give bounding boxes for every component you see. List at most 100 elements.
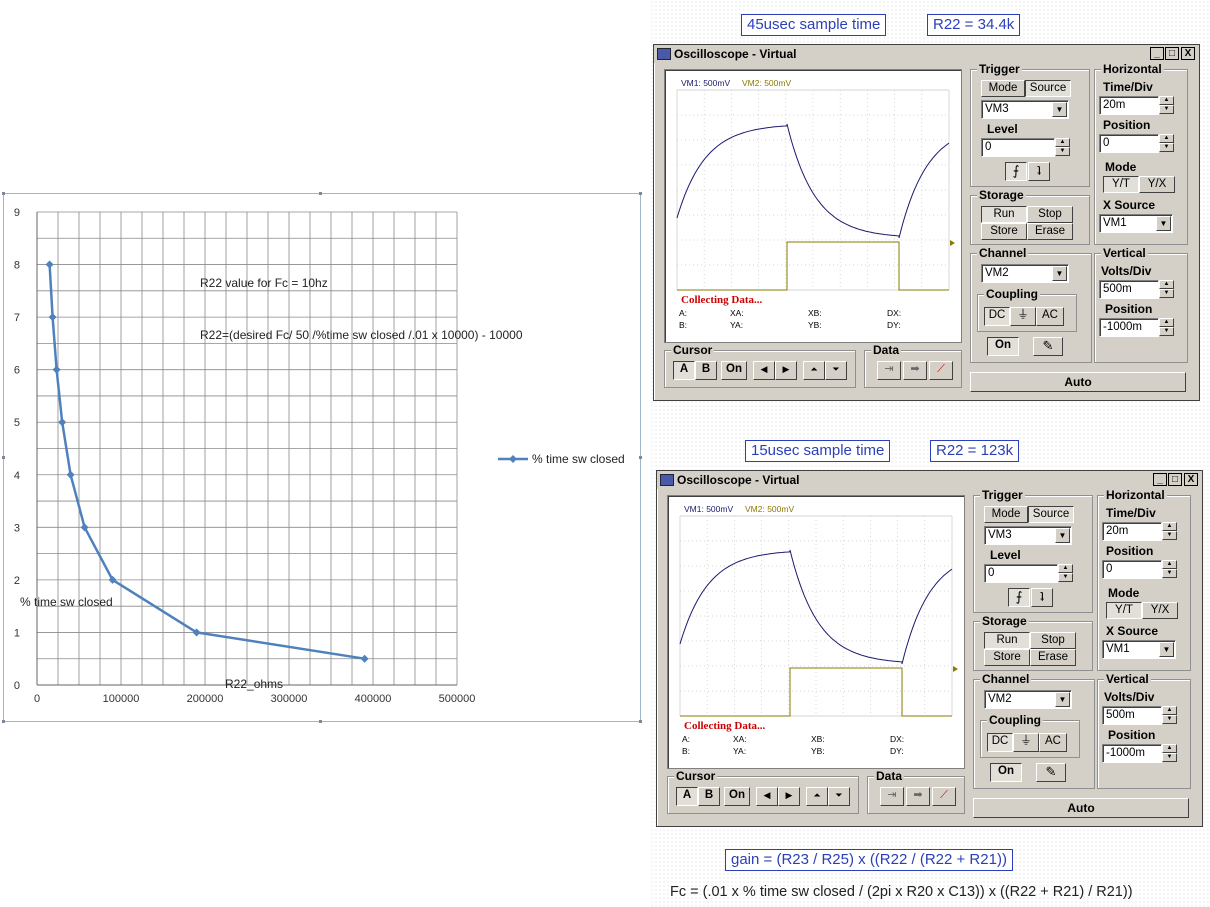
falling-edge-icon[interactable]: ʇ — [1031, 588, 1053, 607]
data-plot-icon[interactable]: ⟋ — [929, 361, 953, 380]
close-button[interactable]: X — [1181, 47, 1195, 60]
storage-stop-button[interactable]: Stop — [1030, 632, 1076, 649]
data-import-icon[interactable]: ⇥ — [877, 361, 901, 380]
title-bar[interactable]: Oscilloscope - Virtual _ □ X — [657, 471, 1202, 489]
cursor-down-icon[interactable]: ⏷ — [825, 361, 847, 380]
cursor-up-icon[interactable]: ⏶ — [803, 361, 825, 380]
chevron-down-icon[interactable]: ▼ — [1052, 102, 1067, 117]
trigger-source-button[interactable]: Source — [1025, 80, 1071, 97]
cursor-b-button[interactable]: B — [698, 787, 720, 806]
cursor-title: Cursor — [671, 343, 715, 357]
rising-edge-icon[interactable]: ⨍ — [1005, 162, 1027, 181]
timediv-spinner[interactable]: ▲ ▼ — [1162, 522, 1177, 541]
horizontal-position-spinner[interactable]: ▲ ▼ — [1162, 560, 1177, 579]
storage-store-button[interactable]: Store — [984, 649, 1030, 666]
trigger-source-select[interactable]: VM3 ▼ — [981, 100, 1069, 119]
horizontal-position-spinner[interactable]: ▲ ▼ — [1159, 134, 1174, 153]
chevron-down-icon[interactable]: ▼ — [1052, 266, 1067, 281]
data-plot-icon[interactable]: ⟋ — [932, 787, 956, 806]
trigger-level-spinner[interactable]: ▲ ▼ — [1058, 564, 1073, 583]
trigger-level-input[interactable]: 0 — [981, 138, 1055, 157]
timediv-input[interactable]: 20m — [1099, 96, 1159, 115]
maximize-button[interactable]: □ — [1165, 47, 1179, 60]
cursor-down-icon[interactable]: ⏷ — [828, 787, 850, 806]
storage-run-button[interactable]: Run — [981, 206, 1027, 223]
vertical-position-input[interactable]: -1000m — [1099, 318, 1159, 337]
auto-button[interactable]: Auto — [973, 798, 1189, 818]
chevron-down-icon[interactable]: ▼ — [1055, 528, 1070, 543]
trigger-mode-button[interactable]: Mode — [981, 80, 1025, 97]
horizontal-position-input[interactable]: 0 — [1102, 560, 1162, 579]
mode-yx-button[interactable]: Y/X — [1139, 176, 1175, 193]
chevron-down-icon[interactable]: ▼ — [1156, 216, 1171, 231]
coupling-ground-button[interactable]: ⏚ — [1010, 307, 1036, 326]
storage-erase-button[interactable]: Erase — [1030, 649, 1076, 666]
trigger-level-value: 0 — [988, 567, 995, 579]
horizontal-position-input[interactable]: 0 — [1099, 134, 1159, 153]
chevron-down-icon[interactable]: ▼ — [1055, 692, 1070, 707]
horizontal-mode-label: Mode — [1108, 586, 1140, 600]
minimize-button[interactable]: _ — [1153, 473, 1167, 486]
voltsdiv-input[interactable]: 500m — [1099, 280, 1159, 299]
cursor-b-button[interactable]: B — [695, 361, 717, 380]
cursor-right-icon[interactable]: ▶ — [778, 787, 800, 806]
auto-button[interactable]: Auto — [970, 372, 1186, 392]
probe-pen-icon[interactable]: ✎ — [1033, 337, 1063, 356]
trigger-level-spinner[interactable]: ▲ ▼ — [1055, 138, 1070, 157]
coupling-dc-button[interactable]: DC — [984, 307, 1010, 326]
cursor-left-icon[interactable]: ◀ — [756, 787, 778, 806]
coupling-ac-button[interactable]: AC — [1039, 733, 1067, 752]
trigger-source-select[interactable]: VM3 ▼ — [984, 526, 1072, 545]
mode-yx-button[interactable]: Y/X — [1142, 602, 1178, 619]
rising-edge-icon[interactable]: ⨍ — [1008, 588, 1030, 607]
voltsdiv-input[interactable]: 500m — [1102, 706, 1162, 725]
channel-select[interactable]: VM2 ▼ — [981, 264, 1069, 283]
coupling-ac-button[interactable]: AC — [1036, 307, 1064, 326]
storage-erase-button[interactable]: Erase — [1027, 223, 1073, 240]
cursor-right-icon[interactable]: ▶ — [775, 361, 797, 380]
trigger-level-input[interactable]: 0 — [984, 564, 1058, 583]
trigger-source-button[interactable]: Source — [1028, 506, 1074, 523]
storage-run-button[interactable]: Run — [984, 632, 1030, 649]
vertical-position-input[interactable]: -1000m — [1102, 744, 1162, 763]
cursor-a-button[interactable]: A — [673, 361, 695, 380]
minimize-button[interactable]: _ — [1150, 47, 1164, 60]
cursor-left-icon[interactable]: ◀ — [753, 361, 775, 380]
close-button[interactable]: X — [1184, 473, 1198, 486]
channel-group: Channel VM2 ▼ Coupling DC ⏚ AC On ✎ — [973, 673, 1095, 789]
coupling-dc-button[interactable]: DC — [987, 733, 1013, 752]
cursor-a-button[interactable]: A — [676, 787, 698, 806]
storage-stop-button[interactable]: Stop — [1027, 206, 1073, 223]
vertical-position-spinner[interactable]: ▲ ▼ — [1159, 318, 1174, 337]
cursor-on-button[interactable]: On — [724, 787, 750, 806]
mode-yt-button[interactable]: Y/T — [1103, 176, 1139, 193]
maximize-button[interactable]: □ — [1168, 473, 1182, 486]
y-axis-title: % time sw closed — [20, 595, 113, 609]
channel-on-button[interactable]: On — [987, 337, 1019, 356]
title-bar[interactable]: Oscilloscope - Virtual _ □ X — [654, 45, 1199, 63]
mode-yt-button[interactable]: Y/T — [1106, 602, 1142, 619]
timediv-value: 20m — [1103, 99, 1126, 111]
data-export-icon[interactable]: ➡ — [906, 787, 930, 806]
chevron-down-icon[interactable]: ▼ — [1159, 642, 1174, 657]
timediv-input[interactable]: 20m — [1102, 522, 1162, 541]
cursor-on-button[interactable]: On — [721, 361, 747, 380]
data-export-icon[interactable]: ➡ — [903, 361, 927, 380]
timediv-spinner[interactable]: ▲ ▼ — [1159, 96, 1174, 115]
coupling-ground-button[interactable]: ⏚ — [1013, 733, 1039, 752]
vertical-position-spinner[interactable]: ▲ ▼ — [1162, 744, 1177, 763]
data-import-icon[interactable]: ⇥ — [880, 787, 904, 806]
cursor-group: Cursor A B On ◀ ▶ ⏶ ⏷ — [664, 344, 856, 388]
cursor-up-icon[interactable]: ⏶ — [806, 787, 828, 806]
storage-store-button[interactable]: Store — [981, 223, 1027, 240]
falling-edge-icon[interactable]: ʇ — [1028, 162, 1050, 181]
channel-on-button[interactable]: On — [990, 763, 1022, 782]
y-tick-label: 9 — [14, 207, 20, 219]
voltsdiv-spinner[interactable]: ▲ ▼ — [1159, 280, 1174, 299]
xsource-select[interactable]: VM1 ▼ — [1099, 214, 1173, 233]
voltsdiv-spinner[interactable]: ▲ ▼ — [1162, 706, 1177, 725]
trigger-mode-button[interactable]: Mode — [984, 506, 1028, 523]
channel-select[interactable]: VM2 ▼ — [984, 690, 1072, 709]
xsource-select[interactable]: VM1 ▼ — [1102, 640, 1176, 659]
probe-pen-icon[interactable]: ✎ — [1036, 763, 1066, 782]
